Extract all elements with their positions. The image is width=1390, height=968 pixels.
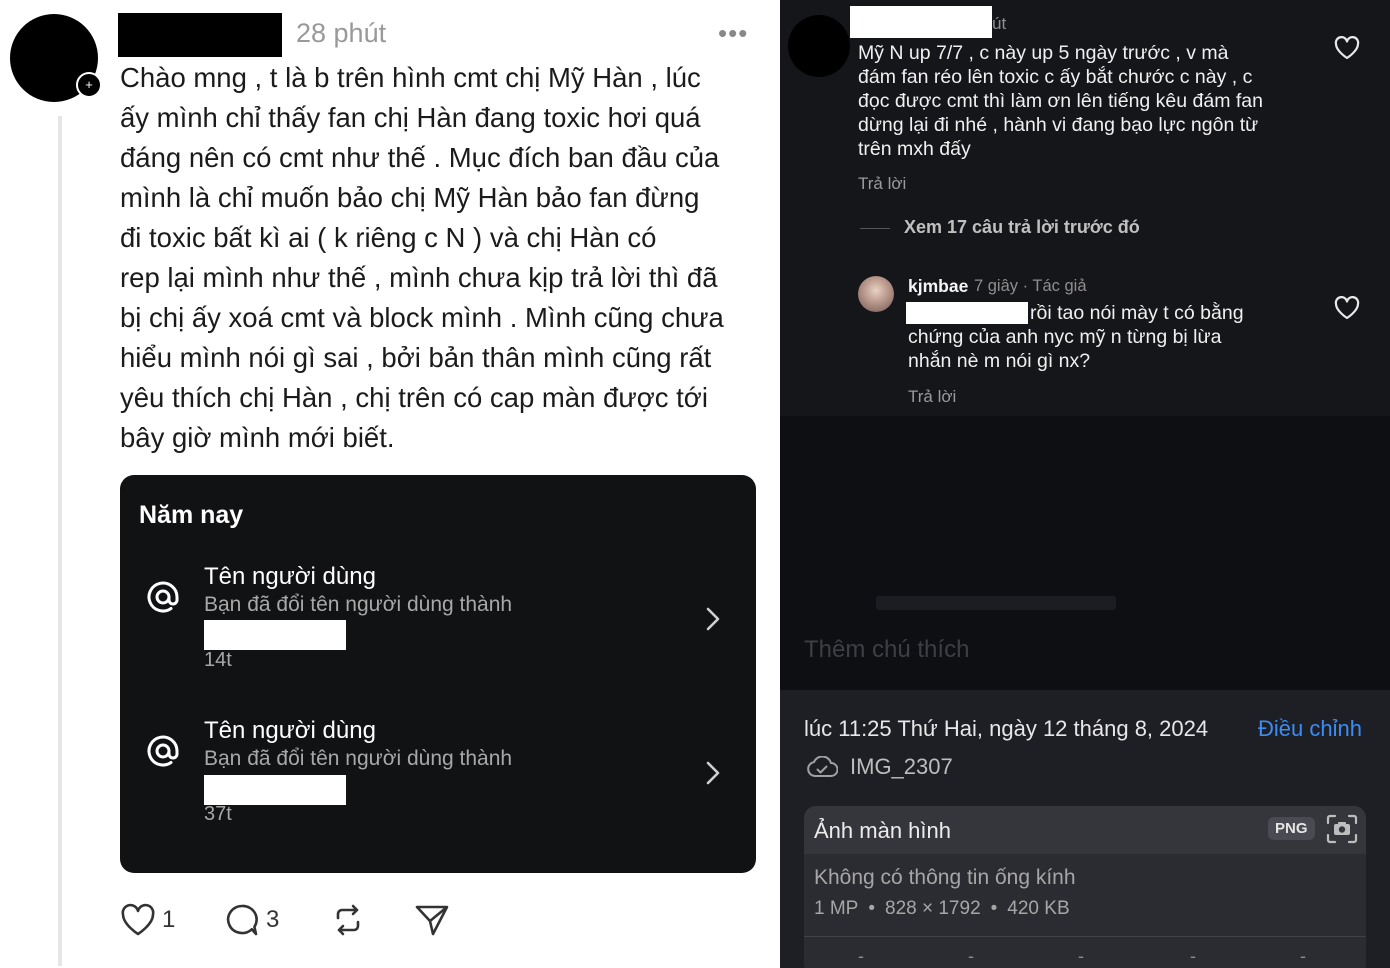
exif-value: - [1190,946,1196,966]
separator: • [990,898,998,919]
chevron-right-icon[interactable] [702,605,724,633]
comment-thread: út Mỹ N up 7/7 , c này up 5 ngày trước ,… [780,0,1390,416]
reply-text-line: chứng của anh nyc mỹ n từng bị lừa [908,326,1222,348]
reply-link[interactable]: Trả lời [908,387,956,407]
like-button[interactable]: 1 [120,900,175,940]
repost-button[interactable] [330,900,366,940]
reply-text-line: nhắn nè m nói gì nx? [908,350,1091,372]
card-title: Năm nay [139,501,244,529]
reply-text-line: rồi tao nói mày t có bằng [1030,302,1244,324]
post-text-line: bây giờ mình mới biết. [120,422,395,453]
comment-count: 3 [266,906,280,933]
post-text-line: đi toxic bất kì ai ( k riêng c N ) và ch… [120,222,657,253]
comment-text-line: đám fan réo lên toxic c ấy bắt chước c n… [858,66,1253,88]
view-previous-replies-button[interactable]: Xem 17 câu trả lời trước đó [904,217,1140,238]
comment-text-line: Mỹ N up 7/7 , c này up 5 ngày trước , v … [858,42,1229,64]
threads-post-panel: + 28 phút ••• Chào mng , t là b trên hìn… [0,0,780,968]
exif-value: - [1300,946,1306,966]
divider [804,936,1366,937]
follow-badge-icon[interactable]: + [76,72,102,98]
post-text-line: yêu thích chị Hàn , chị trên có cap màn … [120,382,708,413]
instagram-photo-viewer: út Mỹ N up 7/7 , c này up 5 ngày trước ,… [780,0,1390,968]
share-button[interactable] [414,900,450,940]
caption-input[interactable]: Thêm chú thích [804,636,969,664]
heart-icon[interactable] [1334,296,1360,320]
username-history-card: Năm nay Tên người dùng Bạn đã đổi tên ng… [120,475,756,873]
entry-time: 14t [204,649,232,671]
reply-meta: 7 giây · Tác giả [974,277,1087,295]
entry-subtitle: Bạn đã đổi tên người dùng thành [204,747,513,770]
redacted-username[interactable] [118,13,282,57]
post-time: 28 phút [296,18,387,48]
post-text-line: hiểu mình nói gì sai , bởi bản thân mình… [120,342,712,373]
heart-icon[interactable] [1334,36,1360,60]
redacted-text [906,302,1028,324]
screenshot-icon [1326,814,1358,844]
entry-subtitle: Bạn đã đổi tên người dùng thành [204,593,513,616]
more-options-icon[interactable]: ••• [718,18,748,49]
like-count: 1 [162,906,176,933]
post-text-line: ấy mình chỉ thấy fan chị Hàn đang toxic … [120,102,701,133]
avatar[interactable] [788,15,850,77]
photo-date: lúc 11:25 Thứ Hai, ngày 12 tháng 8, 2024 [804,716,1209,741]
comment-text-line: dừng lại đi nhé , hành vi đang bạo lực n… [858,114,1259,136]
redacted-username [204,620,346,650]
post-text-line: bị chị ấy xoá cmt và block mình . Mình c… [120,302,724,333]
at-sign-icon [147,735,179,767]
send-icon [415,905,449,936]
metadata-title: Ảnh màn hình [814,818,951,843]
heart-icon [121,903,155,936]
redacted-username [850,6,992,38]
reply-author[interactable]: kjmbae [908,276,968,297]
image-specs: 1 MP • 828 × 1792 • 420 KB [814,898,1070,920]
exif-value: - [1078,946,1084,966]
comment-bubble-icon [226,904,258,936]
at-sign-icon [147,581,179,613]
redacted-username [204,775,346,805]
comment-time: út [992,14,1007,33]
format-badge: PNG [1268,817,1315,840]
entry-title: Tên người dùng [204,563,376,590]
post-text-line: Chào mng , t là b trên hình cmt chị Mỹ H… [120,62,701,93]
chevron-right-icon[interactable] [702,759,724,787]
exif-value: - [968,946,974,966]
thread-line [58,116,62,966]
separator: • [868,898,876,919]
post-text-line: mình là chỉ muốn bảo chị Mỹ Hàn bảo fan … [120,182,700,213]
file-name: IMG_2307 [850,754,953,779]
metadata-box: Ảnh màn hình PNG Không có thông tin ống … [804,806,1366,968]
lens-info: Không có thông tin ống kính [814,866,1076,889]
comment-text-line: trên mxh đấy [858,138,971,160]
repost-icon [336,904,360,936]
entry-time: 37t [204,803,232,825]
entry-title: Tên người dùng [204,717,376,744]
exif-value: - [858,946,864,966]
adjust-button[interactable]: Điều chỉnh [1258,716,1362,742]
comment-button[interactable]: 3 [224,900,279,940]
megapixels: 1 MP [814,898,859,919]
comment-text-line: đọc được cmt thì làm ơn lên tiếng kêu đá… [858,90,1263,112]
dimensions: 828 × 1792 [885,898,981,919]
avatar[interactable] [858,276,894,312]
reply-link[interactable]: Trả lời [858,174,906,194]
post-text-line: đáng nên có cmt như thế . Mục đích ban đ… [120,142,720,173]
file-size: 420 KB [1007,898,1070,919]
post-text-line: rep lại mình như thế , mình chưa kịp trả… [120,262,718,293]
cloud-check-icon [807,756,838,777]
divider [860,228,890,229]
photo-info-sheet: lúc 11:25 Thứ Hai, ngày 12 tháng 8, 2024… [780,690,1390,968]
faded-comment [876,596,1116,610]
